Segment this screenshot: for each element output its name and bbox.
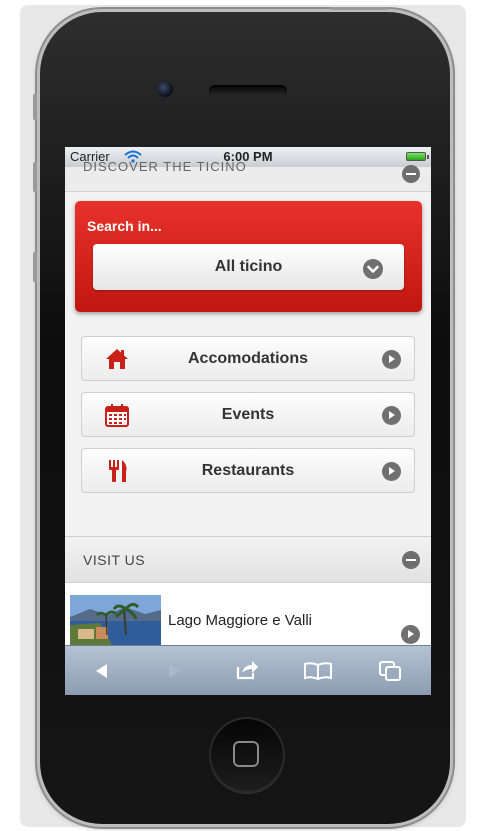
category-label: Accomodations <box>187 350 308 367</box>
tabs-icon[interactable] <box>378 660 402 687</box>
visit-us-header[interactable]: VISIT US <box>65 536 431 583</box>
chevron-right-icon <box>382 462 401 481</box>
chevron-right-icon <box>382 350 401 369</box>
home-button[interactable] <box>209 717 285 793</box>
visit-item-label: Lago Maggiore e Valli <box>168 612 312 629</box>
power-button <box>330 7 388 10</box>
volume-down-button <box>33 252 37 282</box>
phone-screen: Carrier 6:00 PM DISCOVER THE TICINO Sear… <box>65 147 431 695</box>
collapse-icon[interactable] <box>402 165 420 183</box>
list-item[interactable]: Lago Maggiore e Valli <box>65 583 431 645</box>
search-title: Search in... <box>87 218 162 234</box>
share-icon[interactable] <box>235 659 259 686</box>
lake-thumbnail <box>70 595 161 645</box>
battery-tip <box>427 155 429 159</box>
earpiece-speaker <box>209 85 287 97</box>
discover-header-title: DISCOVER THE TICINO <box>83 159 247 174</box>
forward-icon[interactable] <box>165 662 183 685</box>
category-restaurants-button[interactable]: Restaurants <box>81 448 415 493</box>
discover-header[interactable]: DISCOVER THE TICINO <box>65 159 431 192</box>
region-select-value: All ticino <box>214 258 283 275</box>
chevron-right-icon <box>401 625 420 644</box>
category-events-button[interactable]: Events <box>81 392 415 437</box>
visit-us-title: VISIT US <box>83 552 146 568</box>
collapse-icon[interactable] <box>402 551 420 569</box>
chevron-right-icon <box>382 406 401 425</box>
category-label: Events <box>221 406 275 423</box>
battery-icon <box>406 152 426 161</box>
volume-up-button <box>33 162 37 192</box>
search-panel: Search in... All ticino <box>75 201 422 312</box>
front-camera <box>157 81 173 97</box>
category-label: Restaurants <box>201 462 295 479</box>
home-square-icon <box>233 741 259 767</box>
region-select[interactable]: All ticino <box>93 244 404 290</box>
back-icon[interactable] <box>93 662 111 685</box>
mute-switch <box>33 94 37 120</box>
chevron-down-icon <box>363 259 383 279</box>
bookmarks-icon[interactable] <box>303 661 333 686</box>
category-accomodations-button[interactable]: Accomodations <box>81 336 415 381</box>
safari-toolbar <box>65 645 431 695</box>
